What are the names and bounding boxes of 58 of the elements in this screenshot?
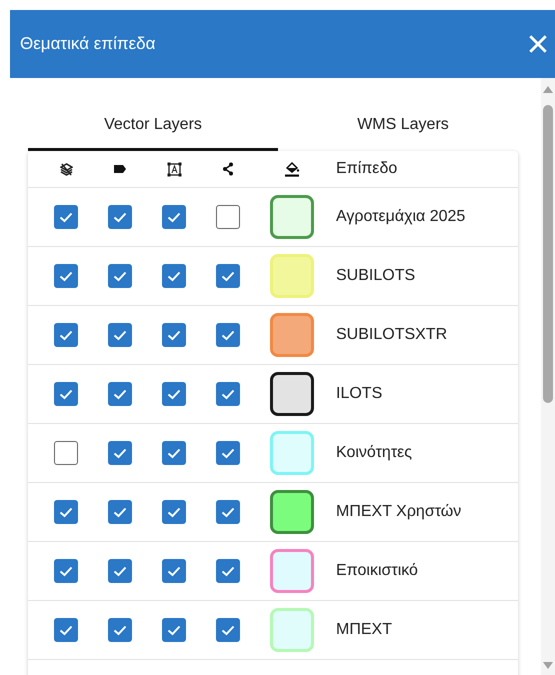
checkbox[interactable]: [54, 500, 78, 524]
checkbox[interactable]: [108, 382, 132, 406]
checkbox[interactable]: [162, 323, 186, 347]
checkbox[interactable]: [216, 264, 240, 288]
checkbox[interactable]: [216, 205, 240, 229]
visibility-off-icon: [60, 162, 72, 176]
checkbox[interactable]: [108, 500, 132, 524]
checkbox[interactable]: [54, 382, 78, 406]
checkbox[interactable]: [162, 264, 186, 288]
checkbox[interactable]: [162, 441, 186, 465]
layer-name: ILOTS: [336, 385, 382, 403]
scroll-up-icon[interactable]: [543, 86, 553, 93]
color-swatch[interactable]: [270, 549, 314, 593]
checkbox[interactable]: [216, 500, 240, 524]
checkbox[interactable]: [54, 264, 78, 288]
scrollbar-thumb[interactable]: [543, 105, 553, 403]
checkbox[interactable]: [108, 264, 132, 288]
color-swatch[interactable]: [270, 195, 314, 239]
layer-name: SUBILOTSXTR: [336, 326, 448, 344]
checkbox[interactable]: [54, 618, 78, 642]
layer-name: ΜΠΕΧΤ Χρηστών: [336, 503, 462, 521]
checkbox[interactable]: [54, 559, 78, 583]
share-nodes-icon: [222, 162, 234, 176]
checkbox[interactable]: [54, 441, 78, 465]
checkbox[interactable]: [216, 323, 240, 347]
paint-bucket-icon: [284, 161, 300, 177]
checkbox[interactable]: [216, 441, 240, 465]
checkbox[interactable]: [216, 618, 240, 642]
checkbox[interactable]: [162, 205, 186, 229]
checkbox[interactable]: [54, 205, 78, 229]
column-header: Επίπεδο: [336, 160, 398, 178]
checkbox[interactable]: [54, 323, 78, 347]
layer-name: Εποικιστικό: [336, 562, 418, 580]
checkbox[interactable]: [108, 618, 132, 642]
checkbox[interactable]: [108, 441, 132, 465]
text-frame-icon: [166, 162, 182, 176]
checkbox[interactable]: [162, 382, 186, 406]
tab[interactable]: WMS Layers: [278, 102, 528, 151]
checkbox[interactable]: [108, 323, 132, 347]
checkbox[interactable]: [162, 559, 186, 583]
close-icon[interactable]: [527, 33, 549, 55]
color-swatch[interactable]: [270, 372, 314, 416]
color-swatch[interactable]: [270, 313, 314, 357]
window-title: Θεματικά επίπεδα: [20, 34, 156, 54]
layer-name: Κοινότητες: [336, 444, 412, 462]
layer-name: Αγροτεμάχια 2025: [336, 208, 466, 226]
label-icon: [113, 164, 127, 174]
scrollbar[interactable]: [541, 78, 555, 675]
layer-name: SUBILOTS: [336, 267, 416, 285]
layer-name: ΜΠΕΧΤ: [336, 621, 392, 639]
color-swatch[interactable]: [270, 490, 314, 534]
checkbox[interactable]: [162, 618, 186, 642]
checkbox[interactable]: [216, 559, 240, 583]
checkbox[interactable]: [108, 205, 132, 229]
checkbox[interactable]: [108, 559, 132, 583]
scroll-down-icon[interactable]: [543, 662, 553, 669]
checkbox[interactable]: [216, 382, 240, 406]
checkbox[interactable]: [162, 500, 186, 524]
